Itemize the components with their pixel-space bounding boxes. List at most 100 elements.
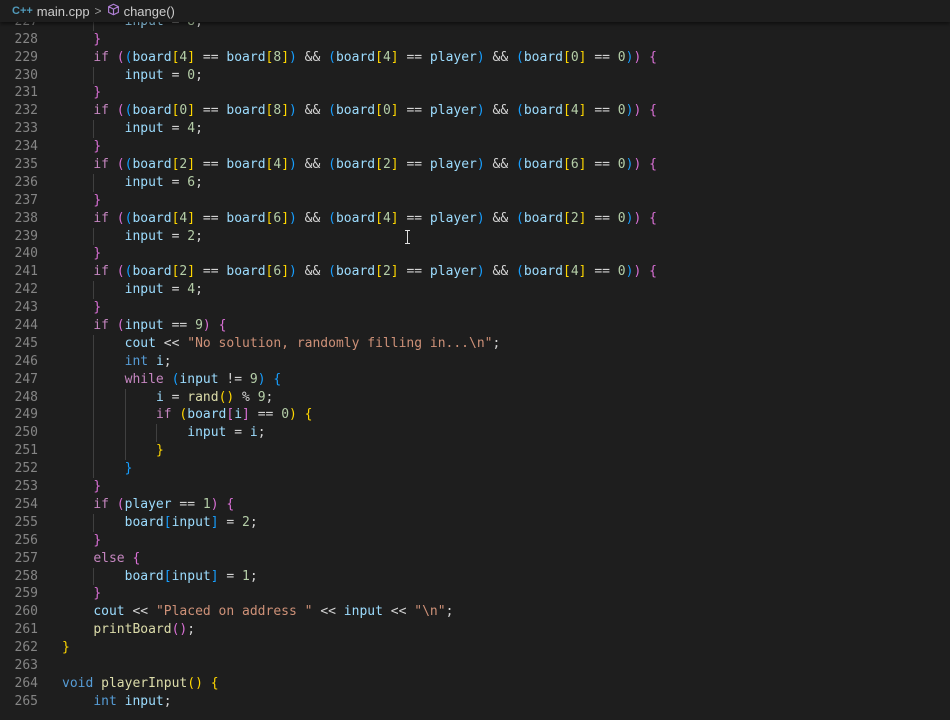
line-number: 229 [14, 49, 38, 65]
code-line[interactable]: 249 if (board[i] == 0) { [0, 406, 950, 425]
code-line[interactable]: 244 if (input == 9) { [0, 317, 950, 335]
code-line[interactable]: 241 if ((board[2] == board[6]) && (board… [0, 263, 950, 281]
line-number: 230 [14, 67, 38, 83]
line-number: 264 [14, 675, 38, 691]
code-line[interactable]: 254 if (player == 1) { [0, 496, 950, 514]
code-line[interactable]: 253 } [0, 478, 950, 496]
line-number: 240 [14, 246, 38, 262]
line-number: 245 [14, 335, 38, 351]
code-line[interactable]: 248 i = rand() % 9; [0, 388, 950, 407]
code-line[interactable]: 260 cout << "Placed on address " << inpu… [0, 603, 950, 621]
code-line[interactable]: 263 [0, 657, 950, 675]
code-text: cout << "No solution, randomly filling i… [124, 335, 501, 351]
code-text: } [155, 443, 164, 459]
line-number: 246 [14, 353, 38, 369]
line-number: 250 [14, 425, 38, 441]
code-text: while (input != 9) { [124, 371, 282, 387]
code-text: if (player == 1) { [93, 496, 235, 512]
line-number: 265 [14, 693, 38, 709]
code-line[interactable]: 259 } [0, 585, 950, 603]
code-text: } [93, 85, 102, 101]
chevron-right-icon: > [94, 4, 102, 18]
code-text: int i; [124, 353, 172, 369]
breadcrumb: C++ main.cpp > change() [0, 0, 950, 22]
line-number: 259 [14, 586, 38, 602]
code-line[interactable]: 258 board[input] = 1; [0, 567, 950, 586]
code-line[interactable]: 247 while (input != 9) { [0, 370, 950, 389]
code-line[interactable]: 231 } [0, 84, 950, 102]
line-number: 239 [14, 228, 38, 244]
code-lines: 226 if ((board[0] == board[4]) && (board… [0, 0, 950, 711]
code-text: int input; [93, 693, 172, 709]
code-line[interactable]: 257 else { [0, 550, 950, 568]
line-number: 262 [14, 640, 38, 656]
code-line[interactable]: 236 input = 6; [0, 173, 950, 192]
code-text: board[input] = 1; [124, 568, 258, 584]
code-line[interactable]: 228 } [0, 31, 950, 49]
line-number: 236 [14, 174, 38, 190]
code-line[interactable]: 262} [0, 639, 950, 657]
code-line[interactable]: 265 int input; [0, 693, 950, 711]
line-number: 232 [14, 103, 38, 119]
code-line[interactable]: 255 board[input] = 2; [0, 513, 950, 532]
code-line[interactable]: 242 input = 4; [0, 281, 950, 300]
line-number: 244 [14, 318, 38, 334]
code-text: } [93, 31, 102, 47]
code-text: } [93, 300, 102, 316]
code-line[interactable]: 240 } [0, 245, 950, 263]
line-number: 235 [14, 157, 38, 173]
code-line[interactable]: 245 cout << "No solution, randomly filli… [0, 334, 950, 353]
code-line[interactable]: 229 if ((board[4] == board[8]) && (board… [0, 49, 950, 67]
line-number: 248 [14, 389, 38, 405]
code-text: input = 4; [124, 121, 203, 137]
code-line[interactable]: 264 void playerInput() { [0, 675, 950, 693]
code-line[interactable]: 252 } [0, 460, 950, 479]
code-line[interactable]: 238 if ((board[4] == board[6]) && (board… [0, 210, 950, 228]
line-number: 251 [14, 443, 38, 459]
code-text: } [93, 479, 102, 495]
code-text: if ((board[4] == board[6]) && (board[4] … [93, 210, 657, 226]
code-line[interactable]: 251 } [0, 442, 950, 461]
line-number: 261 [14, 622, 38, 638]
text-cursor-icon [405, 230, 410, 244]
breadcrumb-symbol[interactable]: change() [124, 4, 175, 19]
line-number: 255 [14, 514, 38, 530]
line-number: 256 [14, 532, 38, 548]
line-number: 242 [14, 282, 38, 298]
code-text: } [93, 139, 102, 155]
code-text: } [93, 532, 102, 548]
code-line[interactable]: 239 input = 2; [0, 227, 950, 246]
line-number: 237 [14, 192, 38, 208]
code-line[interactable]: 235 if ((board[2] == board[4]) && (board… [0, 156, 950, 174]
code-text: input = i; [187, 425, 266, 441]
code-line[interactable]: 232 if ((board[0] == board[8]) && (board… [0, 102, 950, 120]
code-text: void playerInput() { [62, 675, 219, 691]
line-number: 241 [14, 264, 38, 280]
code-line[interactable]: 256 } [0, 532, 950, 550]
code-text: printBoard(); [93, 622, 196, 638]
line-number: 234 [14, 139, 38, 155]
breadcrumb-file[interactable]: main.cpp [37, 4, 90, 19]
line-number: 257 [14, 550, 38, 566]
code-text: } [93, 192, 102, 208]
code-text: input = 2; [124, 228, 203, 244]
line-number: 252 [14, 461, 38, 477]
code-line[interactable]: 233 input = 4; [0, 120, 950, 139]
code-line[interactable]: 250 input = i; [0, 424, 950, 443]
code-text: input = 6; [124, 174, 203, 190]
line-number: 249 [14, 407, 38, 423]
code-line[interactable]: 230 input = 0; [0, 66, 950, 85]
line-number: 228 [14, 31, 38, 47]
cpp-file-icon: C++ [12, 5, 33, 17]
line-number: 253 [14, 479, 38, 495]
code-editor[interactable]: 226 if ((board[0] == board[4]) && (board… [0, 0, 950, 720]
line-number: 233 [14, 121, 38, 137]
code-line[interactable]: 237 } [0, 192, 950, 210]
code-line[interactable]: 243 } [0, 299, 950, 317]
code-line[interactable]: 261 printBoard(); [0, 621, 950, 639]
code-line[interactable]: 246 int i; [0, 352, 950, 371]
code-line[interactable]: 234 } [0, 138, 950, 156]
code-text: if ((board[4] == board[8]) && (board[4] … [93, 49, 657, 65]
code-text: } [93, 246, 102, 262]
cube-icon [107, 3, 120, 19]
